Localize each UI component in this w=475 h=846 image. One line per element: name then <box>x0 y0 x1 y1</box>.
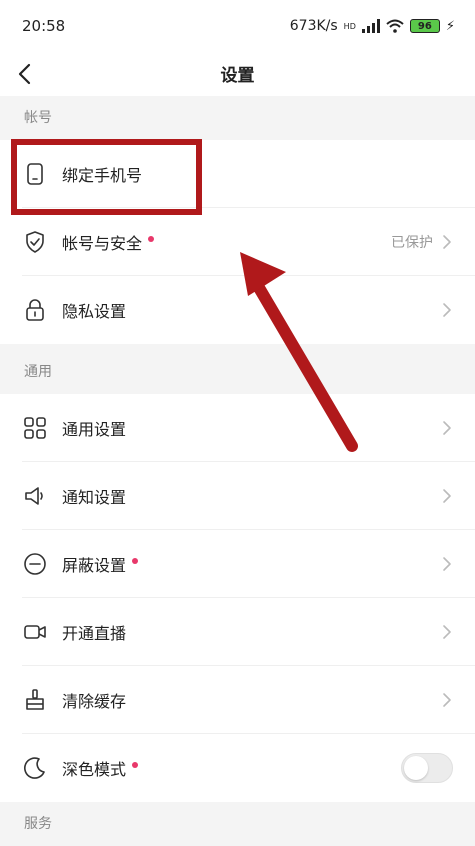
charging-icon: ⚡ <box>445 18 455 34</box>
settings-row-label: 屏蔽设置 <box>62 556 127 575</box>
settings-row-label: 帐号与安全 <box>62 234 143 253</box>
chevron-right-icon <box>443 557 451 571</box>
net-speed: 673K/s <box>289 18 338 34</box>
grid-icon <box>24 417 46 439</box>
red-dot-badge <box>148 236 155 242</box>
settings-row-dark-mode: 深色模式 <box>0 734 475 802</box>
wifi-icon <box>386 19 404 33</box>
chevron-right-icon <box>443 421 451 435</box>
speaker-icon <box>25 487 43 505</box>
security-status: 已保护 <box>391 235 433 251</box>
settings-row-general[interactable]: 通用设置 <box>0 394 475 462</box>
dark-mode-toggle[interactable] <box>401 753 453 783</box>
red-dot-badge <box>132 558 139 564</box>
status-time: 20:58 <box>22 17 66 35</box>
status-indicators: 673K/s HD 96 ⚡ <box>290 18 455 34</box>
section-header-account: 帐号 <box>0 96 475 140</box>
section-header-general: 通用 <box>0 350 475 394</box>
annotation-highlight-box <box>11 139 202 215</box>
settings-row-account-security[interactable]: 帐号与安全 已保护 <box>0 208 475 276</box>
settings-row-block[interactable]: 屏蔽设置 <box>0 530 475 598</box>
status-bar: 20:58 673K/s HD 96 ⚡ <box>0 0 475 52</box>
page-title: 设置 <box>220 66 255 86</box>
settings-row-label: 清除缓存 <box>62 692 127 711</box>
battery-level: 96 <box>417 20 432 32</box>
chevron-right-icon <box>443 235 451 249</box>
moon-icon <box>24 757 45 779</box>
settings-row-label: 开通直播 <box>62 624 127 643</box>
chevron-right-icon <box>443 693 451 707</box>
chevron-right-icon <box>443 303 451 317</box>
settings-row-live[interactable]: 开通直播 <box>0 598 475 666</box>
red-dot-badge <box>132 762 139 768</box>
video-camera-icon <box>24 625 46 639</box>
nav-bar: 设置 <box>0 52 475 96</box>
chevron-right-icon <box>443 489 451 503</box>
settings-row-privacy[interactable]: 隐私设置 <box>0 276 475 344</box>
toggle-knob <box>404 756 428 780</box>
settings-row-label: 通知设置 <box>62 488 127 507</box>
settings-row-clear-cache[interactable]: 清除缓存 <box>0 666 475 734</box>
lock-icon <box>26 299 44 321</box>
cellular-signal-icon <box>361 19 380 33</box>
block-icon <box>24 553 46 575</box>
settings-row-label: 隐私设置 <box>62 302 127 321</box>
chevron-right-icon <box>443 625 451 639</box>
broom-icon <box>26 689 44 710</box>
shield-check-icon <box>26 231 44 253</box>
hd-badge: HD <box>343 21 356 31</box>
settings-row-notification[interactable]: 通知设置 <box>0 462 475 530</box>
settings-row-label: 通用设置 <box>62 420 127 439</box>
battery-icon: 96 <box>409 19 440 33</box>
settings-row-label: 深色模式 <box>62 760 127 779</box>
section-header-services: 服务 <box>0 802 475 846</box>
